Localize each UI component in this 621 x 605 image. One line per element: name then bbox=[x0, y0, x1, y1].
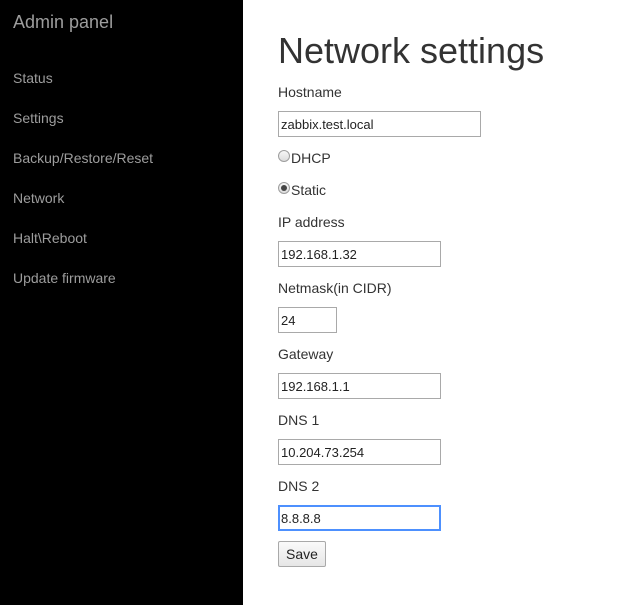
netmask-input[interactable] bbox=[278, 307, 337, 333]
page-title: Network settings bbox=[278, 30, 545, 71]
dns2-label: DNS 2 bbox=[278, 478, 320, 494]
static-label: Static bbox=[291, 182, 327, 198]
sidebar-item-backup-restore-reset[interactable]: Backup/Restore/Reset bbox=[13, 149, 153, 167]
static-radio[interactable] bbox=[278, 182, 290, 194]
brand-title[interactable]: Admin panel bbox=[13, 11, 113, 33]
hostname-input[interactable] bbox=[278, 111, 481, 137]
static-radio-option[interactable]: Static bbox=[278, 181, 326, 199]
sidebar-item-halt-reboot[interactable]: Halt\Reboot bbox=[13, 229, 87, 247]
ip-address-label: IP address bbox=[278, 214, 345, 230]
gateway-input[interactable] bbox=[278, 373, 441, 399]
dns1-input[interactable] bbox=[278, 439, 441, 465]
gateway-label: Gateway bbox=[278, 346, 334, 362]
hostname-label: Hostname bbox=[278, 84, 342, 100]
dhcp-radio[interactable] bbox=[278, 150, 290, 162]
netmask-label: Netmask(in CIDR) bbox=[278, 280, 392, 296]
dhcp-radio-option[interactable]: DHCP bbox=[278, 149, 331, 167]
sidebar-item-settings[interactable]: Settings bbox=[13, 109, 64, 127]
ip-address-input[interactable] bbox=[278, 241, 441, 267]
main-content: Network settings Hostname DHCP Static IP… bbox=[243, 0, 621, 605]
dhcp-label: DHCP bbox=[291, 150, 331, 166]
dns1-label: DNS 1 bbox=[278, 412, 320, 428]
sidebar-item-network[interactable]: Network bbox=[13, 189, 64, 207]
save-button[interactable]: Save bbox=[278, 541, 326, 567]
sidebar: Admin panel Status Settings Backup/Resto… bbox=[0, 0, 243, 605]
sidebar-item-status[interactable]: Status bbox=[13, 69, 53, 87]
sidebar-item-update-firmware[interactable]: Update firmware bbox=[13, 269, 116, 287]
dns2-input[interactable] bbox=[278, 505, 441, 531]
